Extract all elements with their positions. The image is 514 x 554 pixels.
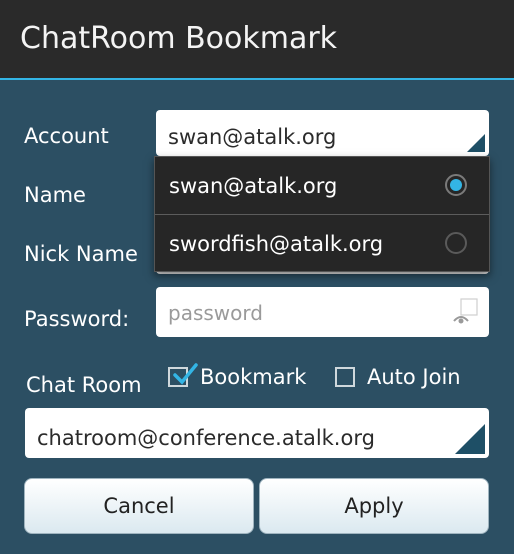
account-value: swan@atalk.org — [168, 125, 337, 149]
account-option[interactable]: swordfish@atalk.org — [155, 215, 489, 272]
account-label: Account — [24, 124, 109, 148]
account-spinner[interactable]: swan@atalk.org — [156, 110, 489, 156]
password-placeholder: password — [168, 301, 263, 325]
show-password-icon[interactable] — [451, 297, 479, 327]
spinner-corner-icon — [467, 134, 485, 152]
auto-join-checkbox[interactable] — [335, 367, 355, 387]
bookmark-checkbox[interactable] — [168, 363, 198, 387]
account-option-label: swan@atalk.org — [169, 174, 338, 198]
password-field[interactable]: password — [156, 287, 489, 337]
account-option-label: swordfish@atalk.org — [169, 232, 384, 256]
chat-room-spinner[interactable]: chatroom@conference.atalk.org — [25, 408, 489, 458]
dialog-title: ChatRoom Bookmark — [20, 21, 338, 56]
account-option[interactable]: swan@atalk.org — [155, 157, 489, 214]
checkmark-icon — [173, 363, 198, 385]
password-label: Password: — [24, 307, 130, 331]
radio-unselected-icon[interactable] — [445, 232, 467, 254]
chat-room-label: Chat Room — [26, 373, 142, 397]
bookmark-label: Bookmark — [200, 365, 307, 389]
nick-name-label: Nick Name — [24, 242, 138, 266]
radio-selected-icon[interactable] — [445, 174, 467, 196]
spinner-corner-icon — [455, 424, 485, 454]
dialog-titlebar: ChatRoom Bookmark — [0, 0, 514, 80]
auto-join-label: Auto Join — [367, 365, 461, 389]
account-dropdown: swan@atalk.org swordfish@atalk.org — [154, 156, 490, 272]
apply-button[interactable]: Apply — [259, 478, 489, 534]
cancel-button[interactable]: Cancel — [24, 478, 254, 534]
chat-room-value: chatroom@conference.atalk.org — [37, 426, 375, 450]
name-label: Name — [24, 183, 86, 207]
